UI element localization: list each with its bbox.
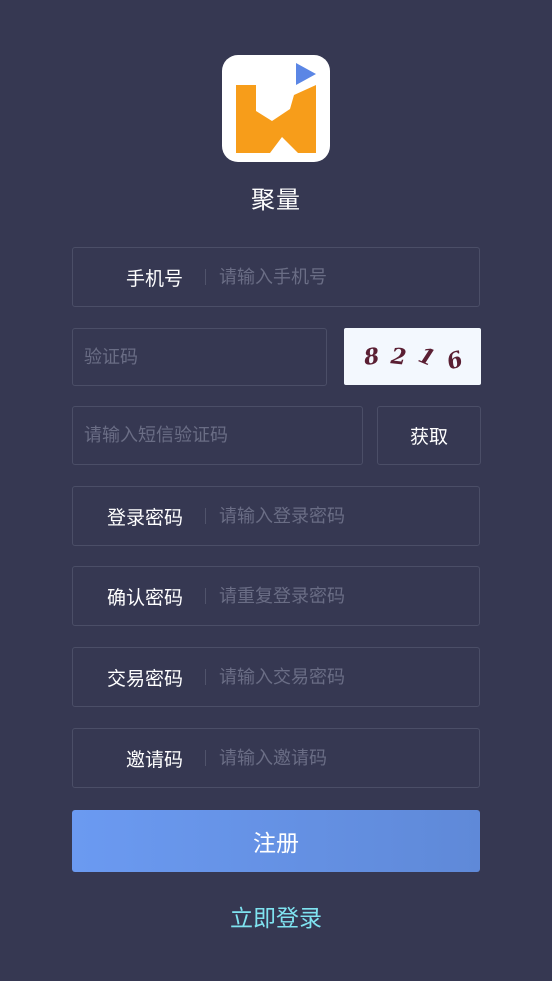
sms-code-input[interactable] xyxy=(84,407,352,464)
invite-code-field[interactable]: 邀请码 xyxy=(72,728,480,788)
play-triangle-icon xyxy=(296,63,316,85)
captcha-digit: 2 xyxy=(389,342,408,371)
register-button[interactable]: 注册 xyxy=(72,810,480,872)
register-screen: 聚量 手机号 8 2 1 6 获取 登录密码 确认密码 交易密码 邀请 xyxy=(0,0,552,981)
invite-code-label: 邀请码 xyxy=(125,748,183,771)
captcha-input[interactable] xyxy=(84,329,316,385)
login-password-input[interactable] xyxy=(219,487,469,545)
field-divider xyxy=(205,588,206,604)
sms-code-field[interactable] xyxy=(72,406,363,465)
field-divider xyxy=(205,669,206,685)
trade-password-input[interactable] xyxy=(219,648,469,706)
phone-label: 手机号 xyxy=(125,267,183,290)
login-password-label: 登录密码 xyxy=(106,506,183,529)
app-logo-icon xyxy=(222,55,330,162)
confirm-password-label: 确认密码 xyxy=(106,586,183,609)
confirm-password-input[interactable] xyxy=(219,567,469,625)
app-logo-graphic xyxy=(236,63,316,153)
trade-password-label: 交易密码 xyxy=(106,667,183,690)
field-divider xyxy=(205,750,206,766)
field-divider xyxy=(205,508,206,524)
invite-code-input[interactable] xyxy=(219,729,469,787)
login-password-field[interactable]: 登录密码 xyxy=(72,486,480,546)
captcha-image[interactable]: 8 2 1 6 xyxy=(344,328,481,385)
phone-field[interactable]: 手机号 xyxy=(72,247,480,307)
trade-password-field[interactable]: 交易密码 xyxy=(72,647,480,707)
app-name: 聚量 xyxy=(251,186,301,214)
login-now-link[interactable]: 立即登录 xyxy=(0,899,552,933)
captcha-field[interactable] xyxy=(72,328,327,386)
captcha-digit: 8 xyxy=(362,342,381,371)
field-divider xyxy=(205,269,206,285)
captcha-digit: 1 xyxy=(414,341,439,372)
logo-orange-shape xyxy=(236,85,316,153)
captcha-digit: 6 xyxy=(443,345,467,376)
confirm-password-field[interactable]: 确认密码 xyxy=(72,566,480,626)
get-sms-code-button[interactable]: 获取 xyxy=(377,406,481,465)
phone-input[interactable] xyxy=(219,248,469,306)
